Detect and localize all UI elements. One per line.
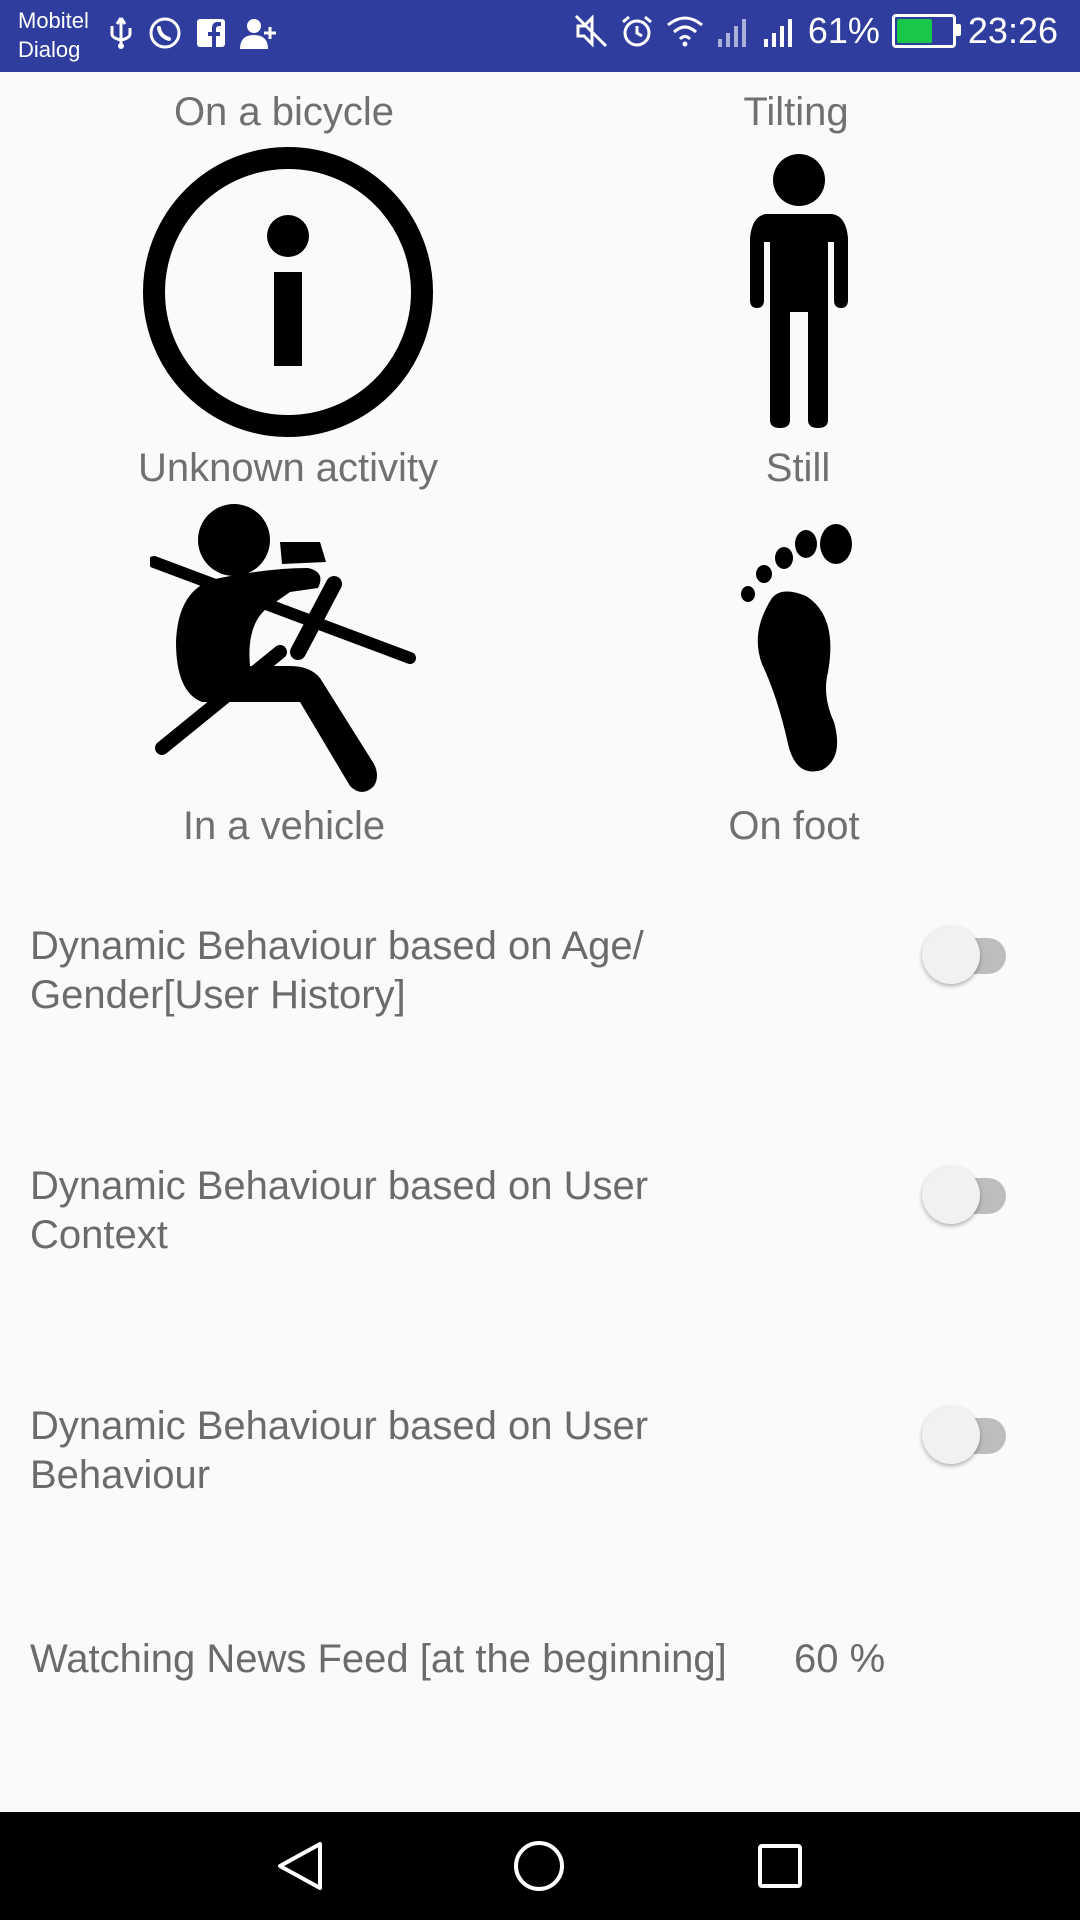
info-icon [142,146,434,443]
facebook-icon [196,18,226,53]
setting-line: Context [30,1213,168,1257]
toggle-user-behaviour[interactable] [922,1402,1016,1466]
switch-thumb [922,1166,980,1224]
setting-label-user-behaviour: Dynamic Behaviour based on User Behaviou… [30,1402,690,1500]
setting-line: Dynamic Behaviour based on Age/ [30,924,644,968]
status-bar: Mobitel Dialog 61% 23:26 [0,0,1080,72]
toggle-user-history[interactable] [922,922,1016,986]
battery-fill [896,19,933,43]
usb-icon [108,16,134,55]
navigation-bar [0,1812,1080,1920]
toggle-user-context[interactable] [922,1162,1016,1226]
setting-line: Behaviour [30,1453,211,1497]
carrier-line-2: Dialog [18,37,81,62]
seatbelt-passenger-icon [148,502,420,797]
add-contact-icon [240,17,276,54]
setting-label-user-history: Dynamic Behaviour based on Age/ Gender[U… [30,922,690,1020]
whatsapp-icon [148,16,182,55]
battery-icon [891,14,961,48]
recents-icon[interactable] [756,1840,804,1897]
clock: 23:26 [967,10,1058,51]
carrier-name: Mobitel Dialog [18,6,89,64]
setting-line: Dynamic Behaviour based on User [30,1164,649,1208]
wifi-icon [666,15,704,47]
switch-thumb [922,926,980,984]
label-on-foot: On foot [728,804,860,848]
news-feed-label: Watching News Feed [at the beginning] [30,1637,727,1681]
battery-percent: 61% [807,10,880,51]
back-icon[interactable] [274,1840,328,1897]
label-in-vehicle: In a vehicle [182,804,386,848]
mute-icon [574,14,608,48]
setting-label-user-context: Dynamic Behaviour based on User Context [30,1162,690,1260]
setting-line: Gender[User History] [30,973,406,1017]
switch-thumb [922,1406,980,1464]
label-still: Still [765,446,831,490]
news-feed-value: 60 % [794,1637,886,1681]
person-standing-icon [744,152,854,435]
signal-icon [716,15,750,47]
label-tilting: Tilting [743,90,849,134]
footprint-icon [736,522,856,779]
label-on-bicycle: On a bicycle [173,90,395,134]
label-unknown-activity: Unknown activity [137,446,439,490]
signal-icon [762,15,796,47]
carrier-line-1: Mobitel [18,8,89,33]
home-icon[interactable] [512,1840,566,1897]
alarm-icon [620,14,654,48]
setting-line: Dynamic Behaviour based on User [30,1404,649,1448]
